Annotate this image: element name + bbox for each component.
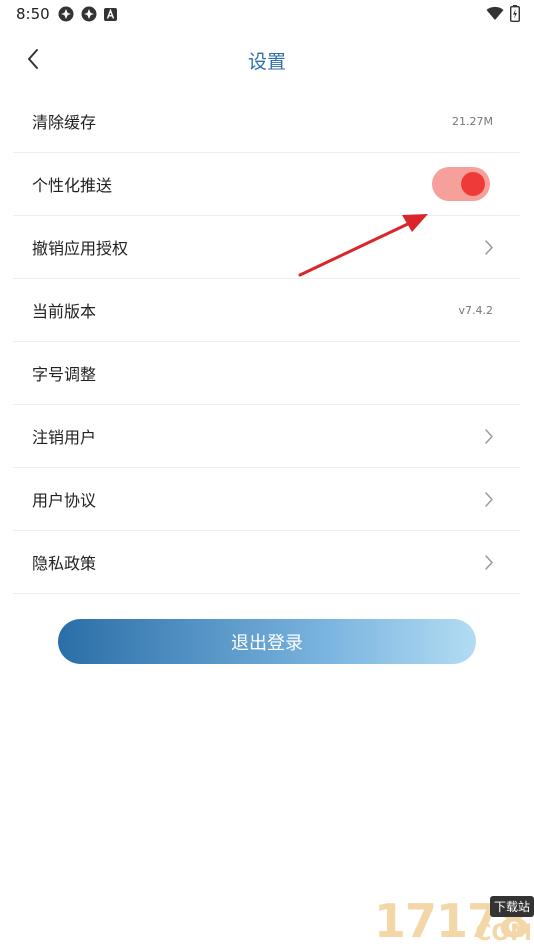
watermark-com: COM [475, 921, 532, 946]
settings-row-privacy-policy[interactable]: 隐私政策 [13, 531, 520, 594]
chevron-right-icon [482, 238, 496, 256]
toggle-knob [461, 172, 485, 196]
settings-list: 清除缓存 21.27M 个性化推送 撤销应用授权 当前版本 v7.4.2 字号调… [13, 90, 520, 594]
status-right-icons [486, 5, 520, 22]
settings-row-font-size[interactable]: 字号调整 [13, 342, 520, 405]
status-left-icons [58, 6, 117, 22]
row-label: 隐私政策 [32, 554, 97, 573]
watermark-badge: 下载站 [489, 896, 534, 917]
version-value: v7.4.2 [458, 303, 494, 317]
logout-button[interactable]: 退出登录 [58, 619, 476, 664]
row-label: 字号调整 [32, 365, 97, 384]
red-arrow-annotation [298, 214, 428, 277]
watermark: 17178 下载站 COM [304, 892, 534, 950]
settings-row-current-version: 当前版本 v7.4.2 [13, 279, 520, 342]
row-label: 撤销应用授权 [32, 239, 129, 258]
chevron-right-icon [482, 553, 496, 571]
settings-row-deregister[interactable]: 注销用户 [13, 405, 520, 468]
wifi-icon [486, 6, 504, 20]
settings-row-personalized-push: 个性化推送 [13, 153, 520, 216]
chevron-right-icon [482, 490, 496, 508]
notification-app-icon [58, 6, 74, 22]
status-bar: 8:50 [0, 0, 534, 28]
header: 设置 [0, 38, 534, 82]
row-label: 当前版本 [32, 302, 97, 321]
row-label: 个性化推送 [32, 176, 113, 195]
personalized-push-toggle[interactable] [432, 167, 490, 201]
cache-size-value: 21.27M [452, 114, 493, 128]
row-label: 注销用户 [32, 428, 97, 447]
battery-icon [510, 5, 520, 22]
settings-row-revoke-authorization[interactable]: 撤销应用授权 [13, 216, 520, 279]
page-title: 设置 [247, 51, 286, 73]
row-label: 清除缓存 [32, 113, 97, 132]
notification-a-icon [104, 7, 117, 21]
settings-row-clear-cache[interactable]: 清除缓存 21.27M [13, 90, 520, 153]
row-label: 用户协议 [32, 491, 97, 510]
status-time: 8:50 [16, 5, 50, 23]
chevron-right-icon [482, 427, 496, 445]
settings-row-user-agreement[interactable]: 用户协议 [13, 468, 520, 531]
notification-app-icon [81, 6, 97, 22]
